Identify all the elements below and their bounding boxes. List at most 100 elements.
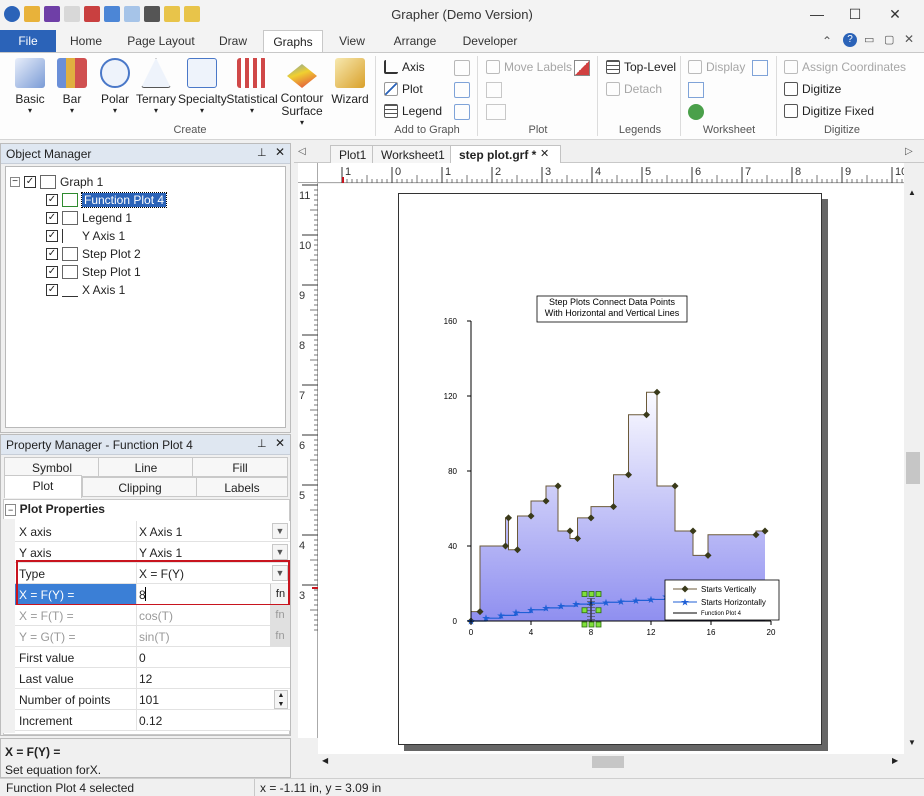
add-axis-button[interactable]: Axis: [384, 60, 425, 74]
max-doc-icon[interactable]: ▢: [884, 33, 894, 46]
checkbox-icon[interactable]: ✓: [46, 194, 58, 206]
tree-item-step-plot-1[interactable]: ✓ Step Plot 1: [46, 263, 141, 281]
scroll-thumb[interactable]: [592, 756, 624, 768]
collapse-icon[interactable]: −: [10, 177, 20, 187]
tab-arrange[interactable]: Arrange: [384, 30, 446, 52]
tab-labels[interactable]: Labels: [196, 477, 288, 497]
checkbox-icon[interactable]: ✓: [46, 212, 58, 224]
close-icon[interactable]: ✕: [886, 6, 904, 24]
tab-symbol[interactable]: Symbol: [4, 457, 100, 477]
object-manager-close-icon[interactable]: ✕: [275, 145, 285, 159]
plot-option-icon[interactable]: [574, 60, 590, 76]
tree-item-graph-1[interactable]: − ✓ Graph 1: [10, 173, 103, 191]
tree-item-x-axis-1[interactable]: ✓ X Axis 1: [46, 281, 125, 299]
statistical-icon: [237, 58, 267, 88]
tab-page-layout[interactable]: Page Layout: [120, 30, 202, 52]
stepper-icon[interactable]: ▲ ▼: [274, 690, 288, 709]
statistical-button[interactable]: Statistical ▾: [226, 58, 278, 115]
doc-tab-close-icon[interactable]: ✕: [540, 147, 549, 160]
collapse-ribbon-icon[interactable]: ⌃: [822, 34, 832, 48]
display-button[interactable]: Display: [688, 60, 745, 74]
checkbox-icon[interactable]: ✓: [24, 176, 36, 188]
worksheet-copy-icon[interactable]: [688, 82, 704, 98]
top-level-button[interactable]: Top-Level: [606, 60, 676, 74]
scroll-down-icon[interactable]: ▼: [908, 738, 916, 747]
prop-row-x-axis[interactable]: X axis X Axis 1 ▼: [15, 521, 290, 542]
horizontal-scrollbar[interactable]: ◀ ▶: [318, 754, 904, 770]
maximize-icon[interactable]: ☐: [846, 6, 864, 24]
scroll-left-icon[interactable]: ◀: [322, 756, 328, 765]
tree-item-function-plot-4[interactable]: ✓ Function Plot 4: [46, 191, 168, 209]
doc-tab-plot1[interactable]: Plot1: [330, 145, 376, 163]
worksheet-refresh-icon[interactable]: [688, 104, 704, 120]
add-legend-extra-icon[interactable]: [454, 104, 470, 120]
chevron-down-icon[interactable]: ▼: [272, 544, 288, 560]
plot-properties-section[interactable]: − Plot Properties: [5, 502, 105, 516]
step-plot-chart[interactable]: ★★★★★★★★★★★★★★04812162004080120160Step P…: [399, 194, 823, 746]
scroll-thumb[interactable]: [906, 452, 920, 484]
help-icon[interactable]: ?: [843, 33, 857, 47]
selection-handle: [588, 591, 595, 597]
tab-view[interactable]: View: [330, 30, 374, 52]
pin-icon[interactable]: ⊥: [257, 437, 267, 450]
tab-scroll-left-icon[interactable]: ◁: [298, 146, 306, 157]
prop-row-number-of-points[interactable]: Number of points 101 ▲ ▼: [15, 689, 290, 710]
tab-plot[interactable]: Plot: [4, 475, 82, 498]
polar-button[interactable]: Polar ▾: [96, 58, 134, 115]
digitize-button[interactable]: Digitize: [784, 82, 841, 96]
scroll-right-icon[interactable]: ▶: [892, 756, 898, 765]
tab-line[interactable]: Line: [98, 457, 194, 477]
tab-developer[interactable]: Developer: [456, 30, 524, 52]
collapse-icon[interactable]: −: [5, 504, 17, 516]
tree-item-step-plot-2[interactable]: ✓ Step Plot 2: [46, 245, 141, 263]
pin-icon[interactable]: ⊥: [257, 146, 267, 159]
ruler-label: 10: [895, 166, 904, 178]
ruler-label: 0: [395, 166, 401, 178]
vertical-scrollbar[interactable]: ▲ ▼: [904, 184, 922, 754]
plot-page[interactable]: ★★★★★★★★★★★★★★04812162004080120160Step P…: [398, 193, 822, 745]
prop-row-last-value[interactable]: Last value 12: [15, 668, 290, 689]
prop-row-y-g-t: Y = G(T) = sin(T) fn: [15, 626, 290, 647]
prop-row-increment[interactable]: Increment 0.12: [15, 710, 290, 731]
detach-button[interactable]: Detach: [606, 82, 662, 96]
legend-icon: [62, 211, 78, 225]
contour-surface-button[interactable]: Contour Surface ▾: [279, 58, 325, 127]
checkbox-icon[interactable]: ✓: [46, 248, 58, 260]
digitize-fixed-button[interactable]: Digitize Fixed: [784, 104, 874, 118]
checkbox-icon[interactable]: ✓: [46, 266, 58, 278]
add-plot-extra-icon[interactable]: [454, 82, 470, 98]
prop-row-first-value[interactable]: First value 0: [15, 647, 290, 668]
basic-button[interactable]: Basic ▾: [10, 58, 50, 115]
restore-doc-icon[interactable]: ▭: [864, 33, 874, 46]
worksheet-grid-icon[interactable]: [752, 60, 768, 76]
bar-button[interactable]: Bar ▾: [54, 58, 90, 115]
x-axis-icon: [62, 283, 78, 297]
ribbon-separator: [597, 56, 598, 136]
tab-clipping[interactable]: Clipping: [82, 477, 198, 497]
tab-scroll-right-icon[interactable]: ▷: [905, 146, 913, 157]
assign-coordinates-button[interactable]: Assign Coordinates: [784, 60, 906, 74]
tab-file[interactable]: File: [0, 30, 56, 52]
add-legend-button[interactable]: Legend: [384, 104, 442, 118]
add-plot-button[interactable]: Plot: [384, 82, 423, 96]
tree-item-y-axis-1[interactable]: ✓ Y Axis 1: [46, 227, 125, 245]
basic-graph-icon: [15, 58, 45, 88]
checkbox-icon[interactable]: ✓: [46, 284, 58, 296]
close-doc-window-icon[interactable]: ✕: [904, 32, 914, 46]
add-axis-extra-icon[interactable]: [454, 60, 470, 76]
move-labels-button[interactable]: Move Labels: [486, 60, 572, 74]
doc-tab-worksheet1[interactable]: Worksheet1: [372, 145, 454, 163]
checkbox-icon[interactable]: ✓: [46, 230, 58, 242]
tab-home[interactable]: Home: [62, 30, 110, 52]
scroll-up-icon[interactable]: ▲: [908, 188, 916, 197]
wizard-button[interactable]: Wizard: [330, 58, 370, 106]
minimize-icon[interactable]: —: [808, 6, 826, 24]
tab-graphs[interactable]: Graphs: [263, 30, 323, 52]
tab-draw[interactable]: Draw: [210, 30, 256, 52]
specialty-button[interactable]: Specialty ▾: [178, 58, 227, 115]
ternary-button[interactable]: Ternary ▾: [136, 58, 176, 115]
tab-fill[interactable]: Fill: [192, 457, 288, 477]
tree-item-legend-1[interactable]: ✓ Legend 1: [46, 209, 132, 227]
chevron-down-icon[interactable]: ▼: [272, 523, 288, 539]
property-manager-close-icon[interactable]: ✕: [275, 436, 285, 450]
